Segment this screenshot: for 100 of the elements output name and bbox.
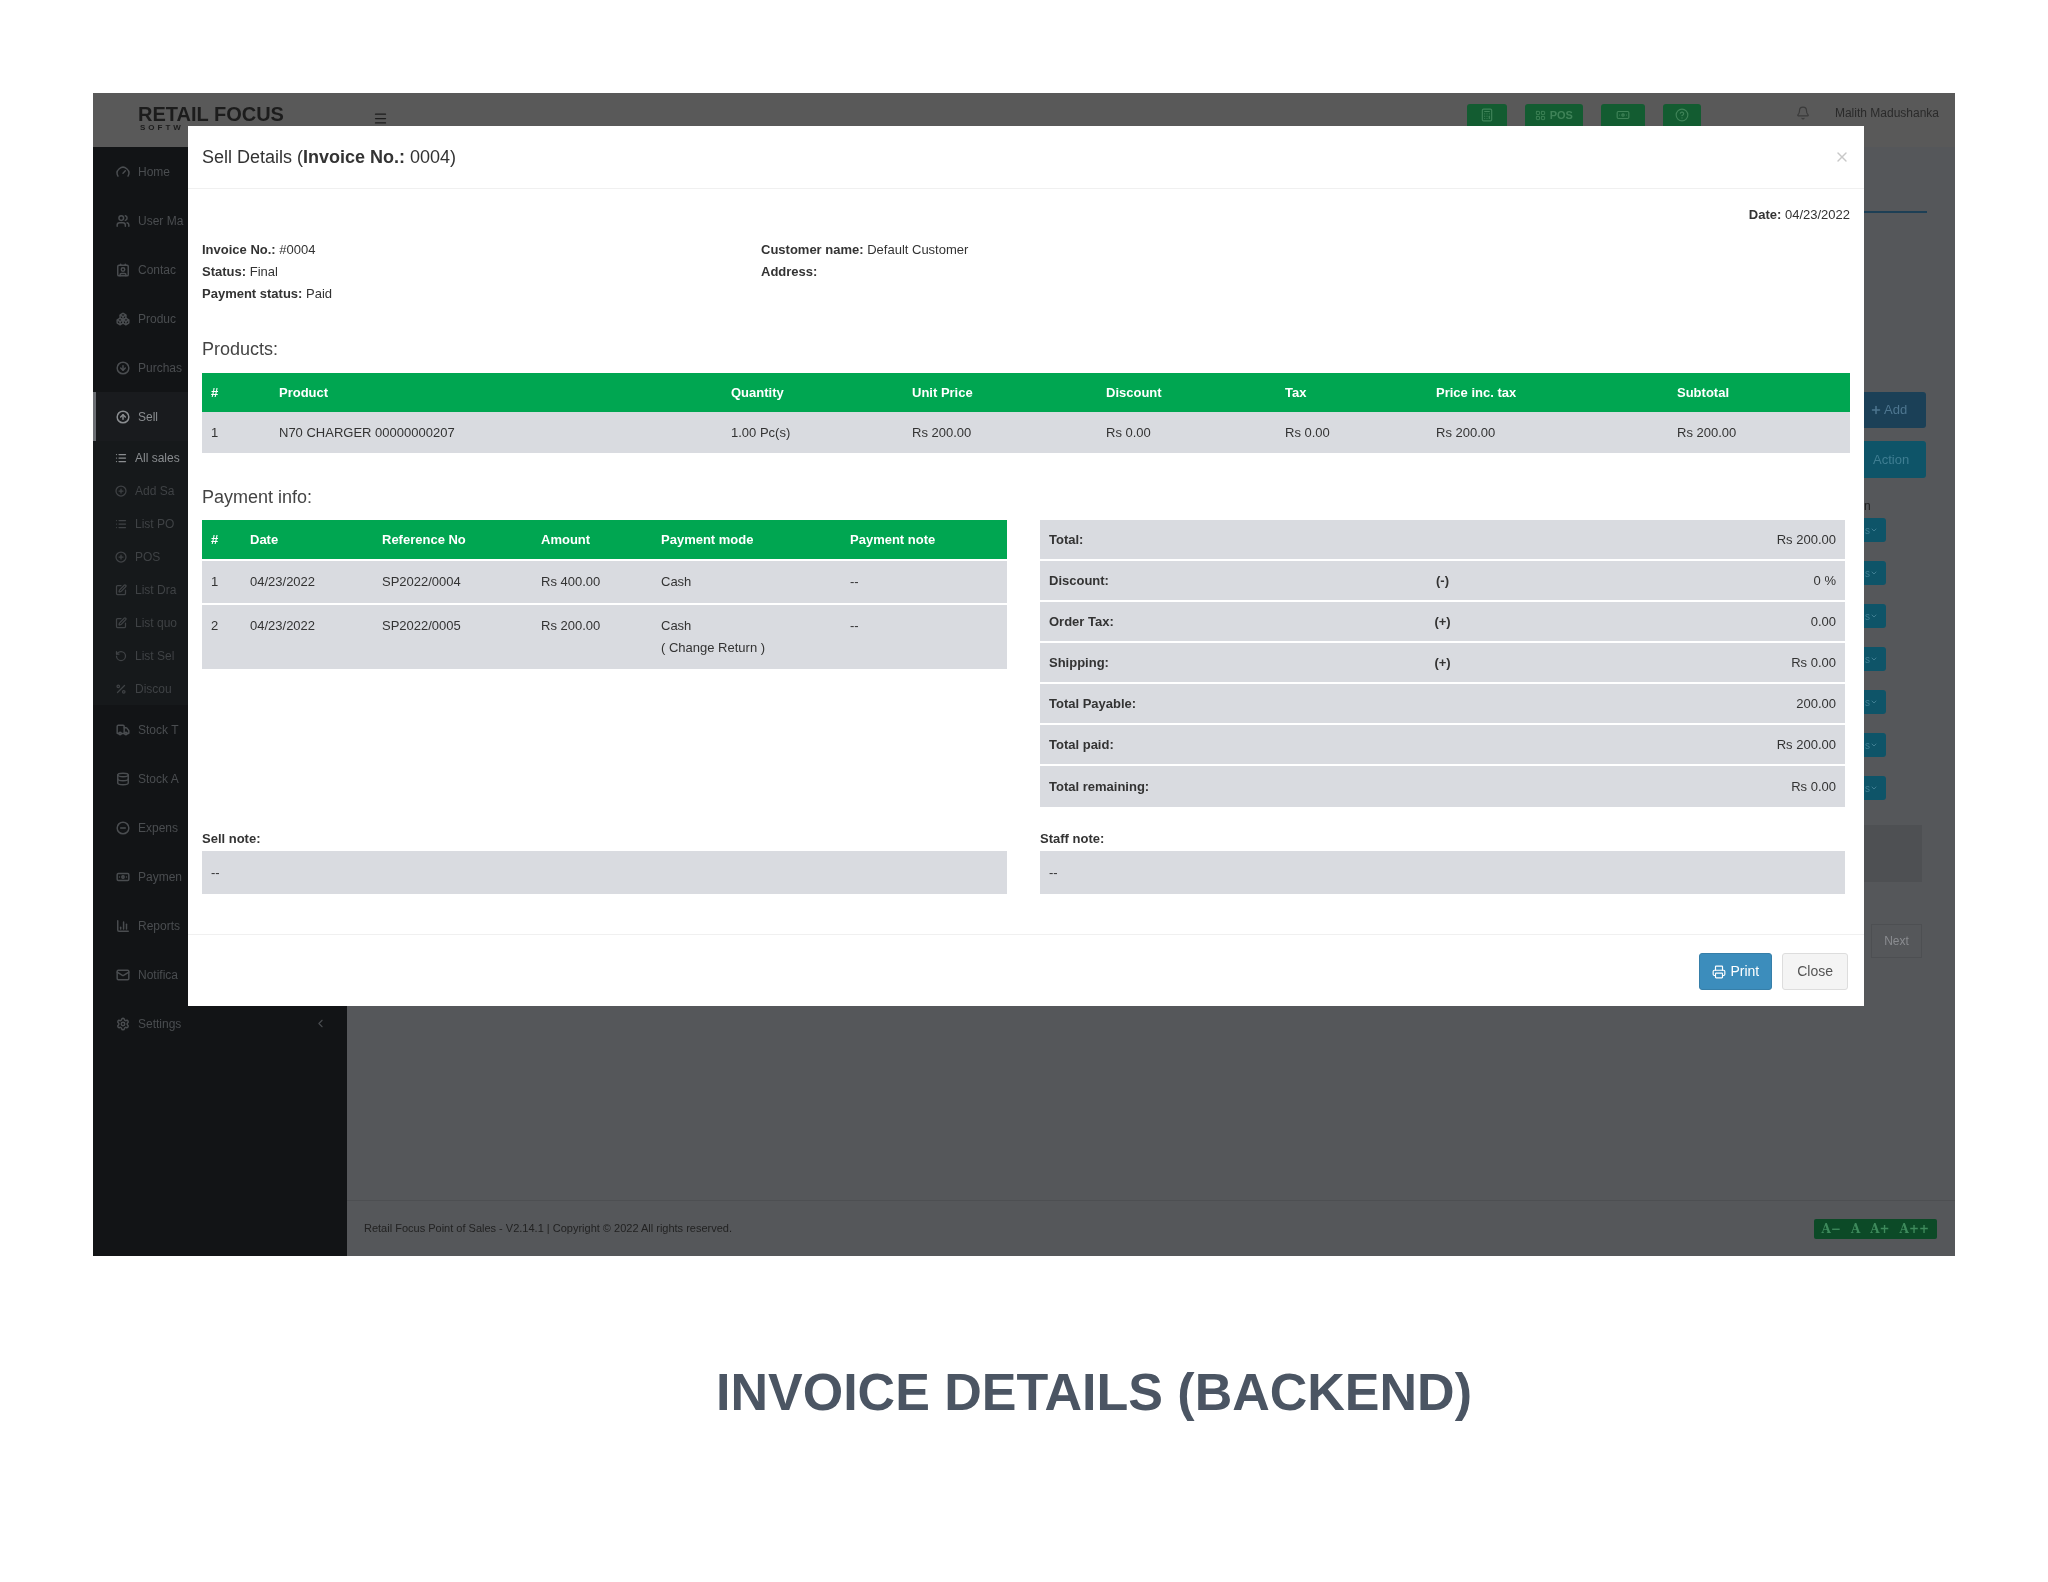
table-cell-text: SP2022/0005 (381, 617, 462, 635)
summary-value: 0.00 (1809, 612, 1836, 631)
sidebar-item[interactable]: Stock T (93, 705, 188, 754)
payment-info-heading: Payment info: (202, 486, 314, 508)
sidebar-item[interactable]: Produc (93, 294, 188, 343)
table-cell-text: Rs 0.00 (1105, 423, 1152, 442)
table-cell-text: Cash (661, 617, 693, 635)
summary-value: 0 % (1812, 571, 1836, 590)
summary-value: Rs 200.00 (1775, 530, 1836, 549)
table-cell-text: 2 (210, 617, 220, 635)
logo-text: RETAIL FOCUS (138, 105, 285, 123)
sidebar-item[interactable]: Expens (93, 803, 188, 852)
help-icon (1674, 108, 1689, 122)
sidebar-item[interactable]: Notifica (93, 950, 188, 999)
column-header: Subtotal (1676, 383, 1730, 402)
column-letter: n (1864, 498, 1871, 514)
column-header: Payment note (849, 530, 937, 549)
table-cell-text: 1.00 Pc(s) (730, 423, 792, 442)
font-size-button[interactable]: A (1846, 1218, 1865, 1239)
column-header: Reference No (381, 530, 467, 549)
font-size-button[interactable]: A+ (1866, 1218, 1894, 1239)
invoice-info-text: Invoice No.: #0004 (202, 241, 317, 259)
notification-icon[interactable] (1795, 106, 1810, 120)
sidebar-item[interactable]: Paymen (93, 852, 188, 901)
submenu-item[interactable]: All sales (93, 441, 188, 474)
table-cell-text: Rs 200.00 (540, 617, 602, 635)
summary-label: Order Tax: (1049, 612, 1115, 631)
summary-label: Total Payable: (1049, 694, 1138, 713)
sidebar-item[interactable]: Settings (93, 999, 347, 1048)
table-cell-text: ( Change Return ) (661, 639, 767, 657)
logo-subtext: SOFTW (139, 123, 185, 133)
summary-value: Rs 0.00 (1790, 653, 1836, 672)
caption: INVOICE DETAILS (BACKEND) (716, 1362, 1472, 1423)
table-cell-text: Rs 200.00 (1676, 423, 1738, 442)
note-label: Staff note: (1040, 830, 1106, 848)
summary-value: 200.00 (1795, 694, 1836, 713)
table-cell-text: Rs 200.00 (911, 423, 973, 442)
help-button[interactable] (1662, 104, 1701, 126)
column-header: Product (278, 383, 330, 402)
summary-sign: (-) (1435, 571, 1450, 590)
print-button[interactable]: Print (1699, 953, 1773, 990)
calculator-icon (1479, 108, 1494, 122)
table-cell-text: 04/23/2022 (249, 617, 317, 635)
caret-icon (1870, 741, 1878, 749)
summary-label: Total paid: (1049, 735, 1115, 754)
customer-info-text: Address: (761, 263, 819, 281)
sidebar-item[interactable]: Contac (93, 245, 188, 294)
sidebar-item[interactable]: Home (93, 147, 188, 196)
banknote-icon (1615, 108, 1630, 122)
column-header: Price inc. tax (1435, 383, 1518, 402)
summary-label: Discount: (1049, 571, 1110, 590)
dialog-title: Sell Details (Invoice No.: 0004) (202, 145, 457, 169)
sidebar-item[interactable]: Reports (93, 901, 188, 950)
column-header: Unit Price (911, 383, 974, 402)
sidebar-item[interactable]: User Ma (93, 196, 188, 245)
font-size-button[interactable]: A++ (1895, 1218, 1933, 1239)
summary-label: Total: (1049, 530, 1085, 549)
table-cell-text: -- (849, 617, 860, 635)
sidebar-item[interactable]: Stock A (93, 754, 188, 803)
table-cell-text: -- (849, 573, 860, 591)
table-cell-text: Rs 400.00 (540, 573, 602, 591)
font-size-button[interactable]: A− (1817, 1218, 1845, 1239)
note-label: Sell note: (202, 830, 262, 848)
column-header: # (210, 383, 220, 402)
caret-icon (1870, 612, 1878, 620)
table-cell-text: N70 CHARGER 00000000207 (278, 423, 456, 442)
table-cell-text: SP2022/0004 (381, 573, 462, 591)
column-header: Quantity (730, 383, 785, 402)
products-heading: Products: (202, 338, 280, 360)
summary-value: Rs 200.00 (1775, 735, 1836, 754)
caret-icon (1870, 698, 1878, 706)
table-cell-text: 1 (210, 423, 220, 442)
invoice-info-text: Payment status: Paid (202, 285, 334, 303)
caret-icon (1870, 784, 1878, 792)
caret-icon (1870, 655, 1878, 663)
column-header: Tax (1284, 383, 1308, 402)
grid-icon (1534, 109, 1546, 121)
table-cell-text: 1 (210, 573, 220, 591)
column-header: Payment mode (660, 530, 755, 549)
panel-box (1864, 825, 1922, 882)
note-box: -- (202, 851, 1007, 894)
plus-icon (1870, 404, 1882, 416)
table-cell-text: Rs 0.00 (1284, 423, 1331, 442)
date-text: Date: 04/23/2022 (1748, 206, 1850, 224)
invoice-info-text: Status: Final (202, 263, 279, 281)
calculator-button[interactable] (1466, 104, 1507, 126)
add-button[interactable]: Add (1864, 392, 1926, 428)
table-cell-text: 04/23/2022 (249, 573, 317, 591)
sidebar-item[interactable]: Sell (93, 392, 188, 441)
summary-label: Total remaining: (1049, 777, 1151, 796)
caret-icon (1870, 526, 1878, 534)
sidebar-item[interactable]: Purchas (93, 343, 188, 392)
summary-sign: (+) (1433, 612, 1452, 631)
note-box: -- (1040, 851, 1845, 894)
summary-value: Rs 0.00 (1790, 777, 1836, 796)
close-button[interactable]: Close (1782, 953, 1848, 990)
caret-icon (1870, 569, 1878, 577)
cash-button[interactable] (1600, 104, 1645, 126)
customer-info-text: Customer name: Default Customer (761, 241, 969, 259)
summary-label: Shipping: (1049, 653, 1110, 672)
